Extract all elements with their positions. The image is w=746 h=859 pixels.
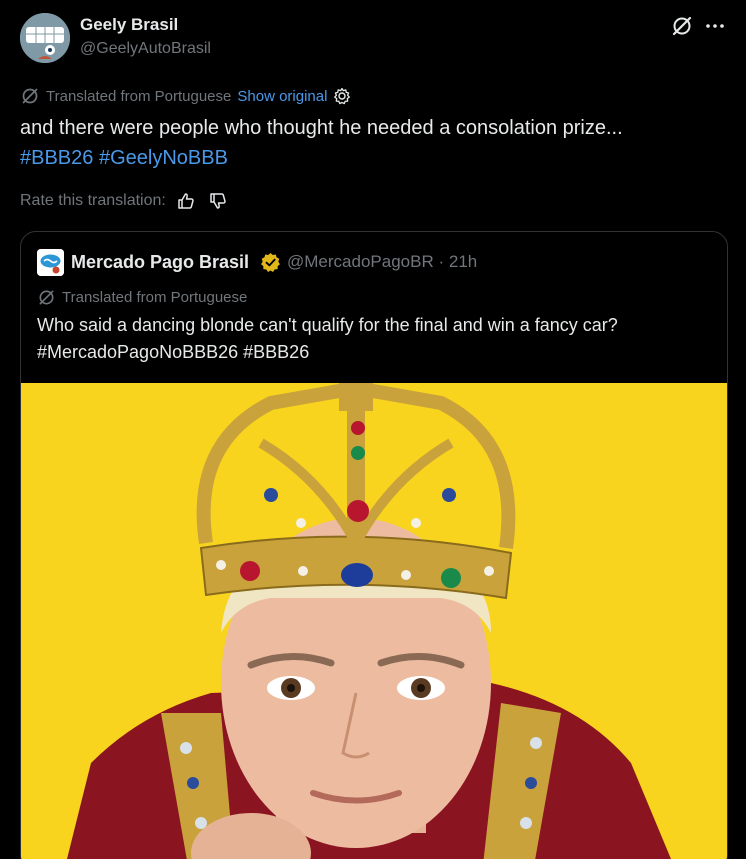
author-avatar[interactable] (20, 13, 70, 63)
author-handle[interactable]: @GeelyAutoBrasil (80, 40, 211, 58)
translate-icon (22, 88, 38, 104)
quoted-photo[interactable] (21, 383, 727, 859)
tweet-body: and there were people who thought he nee… (20, 117, 623, 139)
quoted-post[interactable]: Mercado Pago Brasil @MercadoPagoBR · 21h… (20, 231, 728, 859)
thumbs-down-icon[interactable] (208, 191, 228, 211)
grok-icon[interactable] (670, 14, 694, 38)
quoted-timestamp[interactable]: 21h (449, 252, 477, 271)
quoted-meta: @MercadoPagoBR · 21h (287, 252, 477, 272)
hashtag[interactable]: #BBB26 (243, 342, 309, 362)
translation-notice: Translated from Portuguese Show original (20, 86, 351, 106)
tweet-text: and there were people who thought he nee… (20, 113, 720, 173)
author-name[interactable]: Geely Brasil (80, 15, 178, 35)
show-original-link[interactable]: Show original (237, 88, 327, 105)
quoted-body: Who said a dancing blonde can't qualify … (37, 315, 618, 335)
hashtag-link[interactable]: #GeelyNoBBB (99, 147, 228, 169)
mercado-pago-logo (37, 249, 64, 276)
quoted-text: Who said a dancing blonde can't qualify … (37, 312, 717, 366)
gear-icon[interactable] (333, 87, 351, 105)
thumbs-up-icon[interactable] (176, 191, 196, 211)
rate-translation: Rate this translation: (20, 190, 236, 212)
quoted-translation-notice: Translated from Portuguese (37, 287, 247, 307)
quoted-author-name[interactable]: Mercado Pago Brasil (71, 252, 249, 273)
translate-icon (39, 290, 54, 304)
meta-separator: · (438, 252, 445, 271)
quoted-translation-label: Translated from Portuguese (62, 288, 248, 306)
more-icon[interactable] (702, 14, 728, 38)
quoted-author-avatar[interactable] (37, 249, 64, 276)
post: Geely Brasil @GeelyAutoBrasil Translated… (0, 0, 746, 859)
hashtag-link[interactable]: #BBB26 (20, 147, 93, 169)
rate-label: Rate this translation: (20, 192, 166, 209)
verified-badge-icon (261, 252, 280, 273)
hashtag[interactable]: #MercadoPagoNoBBB26 (37, 342, 238, 362)
quoted-author-handle[interactable]: @MercadoPagoBR (287, 252, 434, 271)
photo-crowned-man (21, 383, 727, 859)
avatar-illustration (20, 13, 70, 63)
translation-label: Translated from Portuguese (46, 87, 232, 105)
